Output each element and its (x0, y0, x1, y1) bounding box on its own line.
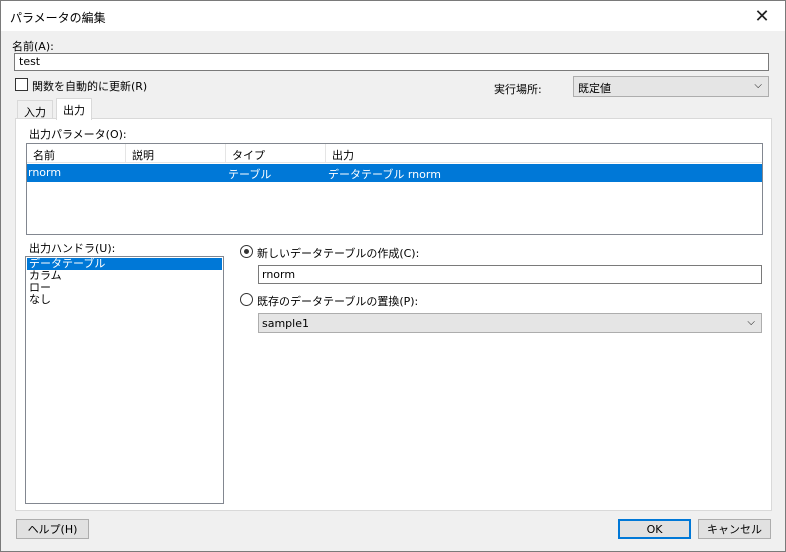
name-input[interactable]: test (14, 53, 769, 71)
list-item[interactable]: なし (27, 294, 222, 306)
title-bar: パラメータの編集 ✕ (1, 1, 785, 31)
output-tab-panel: 出力パラメータ(O): 名前 説明 タイプ 出力 rnorm テーブル データテ… (15, 118, 772, 511)
output-handler-list[interactable]: データテーブル カラム ロー なし (25, 256, 224, 504)
run-location-select[interactable]: 既定値 ⌵ (573, 76, 769, 97)
chevron-down-icon: ⌵ (754, 80, 762, 91)
replace-table-select[interactable]: sample1 ⌵ (258, 313, 762, 333)
close-icon: ✕ (754, 5, 770, 27)
output-params-label: 出力パラメータ(O): (29, 128, 127, 141)
list-item[interactable]: ロー (27, 282, 222, 294)
help-button[interactable]: ヘルプ(H) (16, 519, 89, 539)
new-table-label: 新しいデータテーブルの作成(C): (257, 247, 420, 260)
auto-update-label: 関数を自動的に更新(R) (32, 80, 148, 93)
name-label: 名前(A): (12, 40, 54, 53)
new-table-radio[interactable] (240, 245, 253, 258)
output-handler-label: 出力ハンドラ(U): (29, 242, 116, 255)
new-table-name-input[interactable]: rnorm (258, 265, 762, 284)
auto-update-checkbox[interactable] (15, 78, 28, 91)
radio-selected-dot (244, 249, 249, 254)
edit-parameter-dialog: パラメータの編集 ✕ 名前(A): test 関数を自動的に更新(R) 実行場所… (0, 0, 786, 552)
ok-button[interactable]: OK (618, 519, 691, 539)
window-title: パラメータの編集 (10, 11, 106, 25)
close-button[interactable]: ✕ (739, 1, 785, 31)
tab-output-label: 出力 (63, 104, 85, 117)
column-header-output[interactable]: 出力 (326, 144, 762, 163)
table-row[interactable]: rnorm テーブル データテーブル rnorm (27, 164, 762, 182)
replace-table-value: sample1 (262, 317, 309, 330)
column-header-name[interactable]: 名前 (27, 144, 126, 163)
tab-input[interactable]: 入力 (17, 100, 53, 120)
chevron-down-icon: ⌵ (747, 317, 755, 328)
output-params-list[interactable]: 名前 説明 タイプ 出力 rnorm テーブル データテーブル rnorm (26, 143, 763, 235)
list-item[interactable]: カラム (27, 270, 222, 282)
column-header-type[interactable]: タイプ (226, 144, 326, 163)
run-location-value: 既定値 (578, 82, 611, 95)
column-header-description[interactable]: 説明 (126, 144, 226, 163)
tab-output[interactable]: 出力 (56, 98, 92, 120)
row-output-cell: データテーブル rnorm (328, 168, 441, 181)
row-type-cell: テーブル (228, 168, 272, 181)
list-header: 名前 説明 タイプ 出力 (27, 144, 762, 163)
cancel-button[interactable]: キャンセル (698, 519, 771, 539)
replace-table-label: 既存のデータテーブルの置換(P): (257, 295, 419, 308)
row-name-cell: rnorm (28, 166, 62, 179)
replace-table-radio[interactable] (240, 293, 253, 306)
run-location-label: 実行場所: (494, 83, 542, 96)
